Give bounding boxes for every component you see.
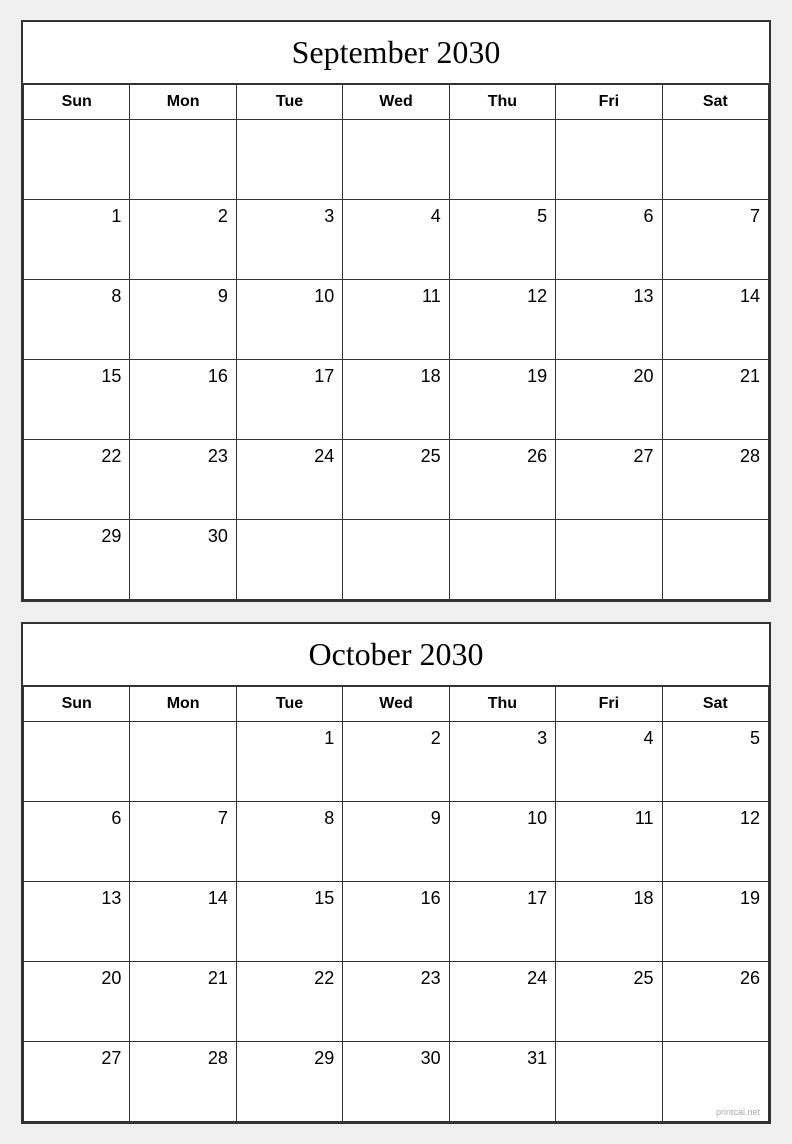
oct-d9: 9 [343, 802, 449, 882]
sep-d26: 26 [450, 440, 556, 520]
sep-d18: 18 [343, 360, 449, 440]
sep-w6-thu [450, 520, 556, 600]
oct-d10: 10 [450, 802, 556, 882]
sep-header-fri: Fri [556, 85, 662, 120]
oct-d13: 13 [24, 882, 130, 962]
oct-d19: 19 [663, 882, 769, 962]
sep-header-mon: Mon [130, 85, 236, 120]
oct-d3: 3 [450, 722, 556, 802]
sep-d3: 3 [237, 200, 343, 280]
sep-d30: 30 [130, 520, 236, 600]
sep-w6-tue [237, 520, 343, 600]
sep-d29: 29 [24, 520, 130, 600]
sep-d7: 7 [663, 200, 769, 280]
oct-d7: 7 [130, 802, 236, 882]
oct-d30: 30 [343, 1042, 449, 1122]
oct-d8: 8 [237, 802, 343, 882]
sep-d17: 17 [237, 360, 343, 440]
sep-w1-sun [24, 120, 130, 200]
sep-d24: 24 [237, 440, 343, 520]
sep-header-sat: Sat [663, 85, 769, 120]
oct-d29: 29 [237, 1042, 343, 1122]
sep-w1-fri [556, 120, 662, 200]
oct-d26: 26 [663, 962, 769, 1042]
october-grid: Sun Mon Tue Wed Thu Fri Sat 1 2 3 4 5 6 … [23, 687, 769, 1122]
oct-header-fri: Fri [556, 687, 662, 722]
sep-d9: 9 [130, 280, 236, 360]
oct-d12: 12 [663, 802, 769, 882]
oct-w1-sun [24, 722, 130, 802]
september-grid: Sun Mon Tue Wed Thu Fri Sat 1 2 3 4 5 6 … [23, 85, 769, 600]
oct-d21: 21 [130, 962, 236, 1042]
oct-d5: 5 [663, 722, 769, 802]
oct-d25: 25 [556, 962, 662, 1042]
oct-header-sun: Sun [24, 687, 130, 722]
sep-d5: 5 [450, 200, 556, 280]
september-title: September 2030 [23, 22, 769, 85]
oct-d14: 14 [130, 882, 236, 962]
oct-d1: 1 [237, 722, 343, 802]
sep-d6: 6 [556, 200, 662, 280]
oct-d11: 11 [556, 802, 662, 882]
oct-d27: 27 [24, 1042, 130, 1122]
sep-w1-mon [130, 120, 236, 200]
oct-d28: 28 [130, 1042, 236, 1122]
oct-header-thu: Thu [450, 687, 556, 722]
sep-header-tue: Tue [237, 85, 343, 120]
oct-d2: 2 [343, 722, 449, 802]
sep-header-wed: Wed [343, 85, 449, 120]
sep-d22: 22 [24, 440, 130, 520]
sep-d13: 13 [556, 280, 662, 360]
sep-header-sun: Sun [24, 85, 130, 120]
sep-w1-tue [237, 120, 343, 200]
oct-header-mon: Mon [130, 687, 236, 722]
oct-d22: 22 [237, 962, 343, 1042]
oct-w5-fri [556, 1042, 662, 1122]
oct-d17: 17 [450, 882, 556, 962]
sep-header-thu: Thu [450, 85, 556, 120]
october-title: October 2030 [23, 624, 769, 687]
sep-d2: 2 [130, 200, 236, 280]
watermark-text: printcal.net [716, 1107, 760, 1117]
oct-d4: 4 [556, 722, 662, 802]
oct-w5-sat: printcal.net [663, 1042, 769, 1122]
oct-d20: 20 [24, 962, 130, 1042]
sep-w1-wed [343, 120, 449, 200]
sep-d21: 21 [663, 360, 769, 440]
oct-w1-mon [130, 722, 236, 802]
sep-d15: 15 [24, 360, 130, 440]
sep-d12: 12 [450, 280, 556, 360]
sep-d11: 11 [343, 280, 449, 360]
oct-header-tue: Tue [237, 687, 343, 722]
oct-d16: 16 [343, 882, 449, 962]
sep-w6-wed [343, 520, 449, 600]
sep-w6-fri [556, 520, 662, 600]
sep-d25: 25 [343, 440, 449, 520]
oct-d15: 15 [237, 882, 343, 962]
sep-d8: 8 [24, 280, 130, 360]
sep-d20: 20 [556, 360, 662, 440]
sep-d10: 10 [237, 280, 343, 360]
oct-d6: 6 [24, 802, 130, 882]
october-calendar: October 2030 Sun Mon Tue Wed Thu Fri Sat… [21, 622, 771, 1124]
oct-header-sat: Sat [663, 687, 769, 722]
sep-d14: 14 [663, 280, 769, 360]
oct-d23: 23 [343, 962, 449, 1042]
sep-d19: 19 [450, 360, 556, 440]
september-calendar: September 2030 Sun Mon Tue Wed Thu Fri S… [21, 20, 771, 602]
oct-d31: 31 [450, 1042, 556, 1122]
oct-header-wed: Wed [343, 687, 449, 722]
sep-d28: 28 [663, 440, 769, 520]
sep-w6-sat [663, 520, 769, 600]
sep-d16: 16 [130, 360, 236, 440]
sep-d27: 27 [556, 440, 662, 520]
sep-w1-sat [663, 120, 769, 200]
sep-d23: 23 [130, 440, 236, 520]
oct-d24: 24 [450, 962, 556, 1042]
sep-w1-thu [450, 120, 556, 200]
oct-d18: 18 [556, 882, 662, 962]
sep-d1: 1 [24, 200, 130, 280]
sep-d4: 4 [343, 200, 449, 280]
